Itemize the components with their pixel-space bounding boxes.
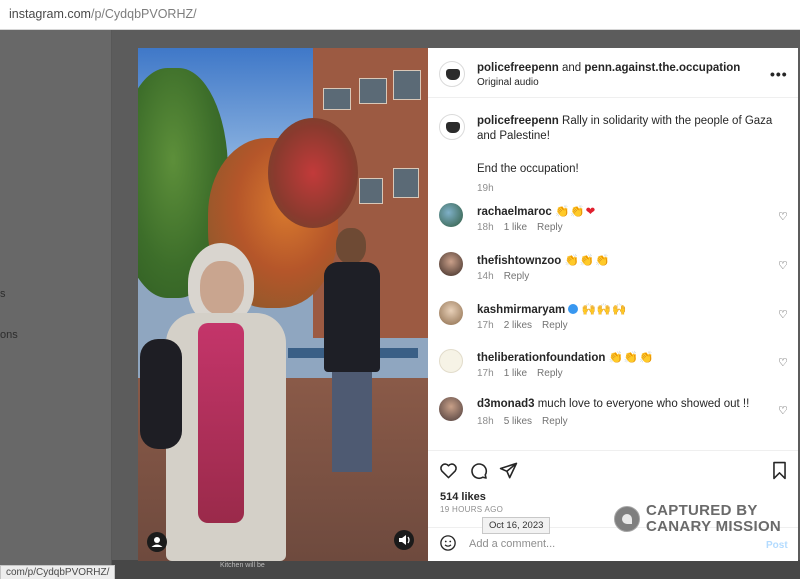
comment-text: kashmirmaryam 🙌🙌🙌 (477, 302, 627, 316)
background-sidebar-text: s (0, 288, 6, 300)
canary-bird-icon (614, 506, 640, 532)
comment-item: rachaelmaroc 👏👏❤ 18h 1 like Reply ♡ (428, 200, 798, 242)
post-header: policefreepenn and penn.against.the.occu… (428, 48, 798, 98)
url-text[interactable]: instagram.com/p/CydqbPVORHZ/ (9, 7, 197, 21)
comment-text: thefishtownzoo 👏👏👏 (477, 253, 611, 267)
original-audio-link[interactable]: Original audio (477, 77, 539, 88)
background-bottom-strip: Kitchen will be (112, 560, 800, 579)
video-trees (268, 118, 358, 228)
commenter-name[interactable]: theliberationfoundation (477, 352, 605, 364)
comment-body: 👏👏👏 (564, 255, 611, 267)
emoji-smiley-icon[interactable] (439, 534, 457, 557)
comment-heart-emoji: ❤ (585, 206, 596, 218)
comment-item: d3monad3 much love to everyone who showe… (428, 394, 798, 436)
commenter-name[interactable]: kashmirmaryam (477, 304, 565, 316)
canary-mission-watermark: CAPTURED BY CANARY MISSION (614, 500, 794, 540)
reply-button[interactable]: Reply (504, 271, 530, 282)
comment-meta: 18h 5 likes Reply (477, 416, 578, 427)
video-person-woman (140, 243, 298, 561)
background-caption: Kitchen will be (220, 562, 265, 569)
comment-item: theliberationfoundation 👏👏👏 17h 1 like Rep… (428, 346, 798, 388)
save-bookmark-icon[interactable] (771, 461, 788, 485)
tagged-user-icon[interactable] (147, 532, 167, 552)
commenter-name[interactable]: d3monad3 (477, 398, 535, 410)
browser-url-bar[interactable]: instagram.com/p/CydqbPVORHZ/ (0, 0, 800, 30)
like-comment-heart-icon[interactable]: ♡ (778, 210, 788, 223)
caption-time: 19h (477, 183, 494, 194)
post-comment-button[interactable]: Post (766, 540, 788, 551)
share-send-icon[interactable] (499, 461, 518, 485)
reply-button[interactable]: Reply (542, 416, 568, 427)
watermark-line-1: CAPTURED BY (646, 502, 758, 519)
like-comment-heart-icon[interactable]: ♡ (778, 404, 788, 417)
collaborator-link[interactable]: penn.against.the.occupation (584, 62, 740, 74)
commenter-avatar[interactable] (439, 252, 463, 276)
like-comment-heart-icon[interactable]: ♡ (778, 356, 788, 369)
authors-joiner: and (562, 62, 582, 74)
commenter-avatar[interactable] (439, 349, 463, 373)
url-host: instagram.com (9, 7, 91, 21)
comment-body: much love to everyone who showed out !! (537, 398, 750, 410)
more-options-icon[interactable]: ••• (770, 66, 788, 82)
comment-time: 18h (477, 416, 494, 427)
post-panel: policefreepenn and penn.against.the.occu… (428, 48, 798, 561)
comment-text: theliberationfoundation 👏👏👏 (477, 350, 655, 364)
comment-likes[interactable]: 5 likes (504, 416, 532, 427)
audio-toggle-icon[interactable] (394, 530, 414, 550)
background-sidebar: s ons (0, 30, 112, 579)
comment-time: 17h (477, 320, 494, 331)
comment-likes[interactable]: 2 likes (504, 320, 532, 331)
commenter-name[interactable]: thefishtownzoo (477, 255, 561, 267)
comment-item: thefishtownzoo 👏👏👏 14h Reply ♡ (428, 249, 798, 291)
reply-button[interactable]: Reply (537, 222, 563, 233)
post-authors: policefreepenn and penn.against.the.occu… (477, 62, 740, 74)
comment-text: rachaelmaroc 👏👏❤ (477, 204, 595, 218)
comment-body: 🙌🙌🙌 (581, 304, 628, 316)
comment-time: 14h (477, 271, 494, 282)
like-comment-heart-icon[interactable]: ♡ (778, 259, 788, 272)
commenter-avatar[interactable] (439, 203, 463, 227)
caption-author[interactable]: policefreepenn (477, 115, 559, 127)
status-bar-url: com/p/CydqbPVORHZ/ (0, 565, 116, 579)
background-sidebar-text: ons (0, 329, 18, 341)
comment-body: 👏👏 (555, 206, 586, 218)
comment-likes[interactable]: 1 like (504, 368, 527, 379)
date-tooltip: Oct 16, 2023 (482, 517, 551, 534)
video-person-speaker (318, 228, 388, 478)
commenter-avatar[interactable] (439, 301, 463, 325)
add-comment-input[interactable]: Add a comment... (469, 538, 555, 550)
comment-time: 17h (477, 368, 494, 379)
post-actions (428, 450, 798, 490)
author-link[interactable]: policefreepenn (477, 62, 559, 74)
watermark-line-2: CANARY MISSION (646, 518, 782, 535)
post-time-ago[interactable]: 19 HOURS AGO (440, 505, 503, 514)
comment-bubble-icon[interactable] (469, 461, 488, 485)
comment-body: 👏👏👏 (608, 352, 655, 364)
commenter-avatar[interactable] (439, 397, 463, 421)
author-avatar[interactable] (439, 61, 465, 87)
commenter-name[interactable]: rachaelmaroc (477, 206, 552, 218)
reply-button[interactable]: Reply (537, 368, 563, 379)
likes-count[interactable]: 514 likes (440, 491, 486, 503)
comment-likes[interactable]: 1 like (504, 222, 527, 233)
post-caption: policefreepenn Rally in solidarity with … (477, 114, 777, 196)
caption-avatar[interactable] (439, 114, 465, 140)
verified-badge-icon (568, 304, 579, 314)
comment-meta: 18h 1 like Reply (477, 222, 573, 233)
comment-meta: 14h Reply (477, 271, 539, 282)
comment-item: kashmirmaryam 🙌🙌🙌 17h 2 likes Reply ♡ (428, 298, 798, 340)
post-video[interactable] (138, 48, 428, 561)
reply-button[interactable]: Reply (542, 320, 568, 331)
like-comment-heart-icon[interactable]: ♡ (778, 308, 788, 321)
like-heart-icon[interactable] (439, 461, 458, 485)
url-path: /p/CydqbPVORHZ/ (90, 7, 197, 21)
comment-meta: 17h 2 likes Reply (477, 320, 578, 331)
comment-time: 18h (477, 222, 494, 233)
comment-meta: 17h 1 like Reply (477, 368, 573, 379)
caption-text-2: End the occupation! (477, 163, 579, 175)
comment-text: d3monad3 much love to everyone who showe… (477, 398, 749, 410)
